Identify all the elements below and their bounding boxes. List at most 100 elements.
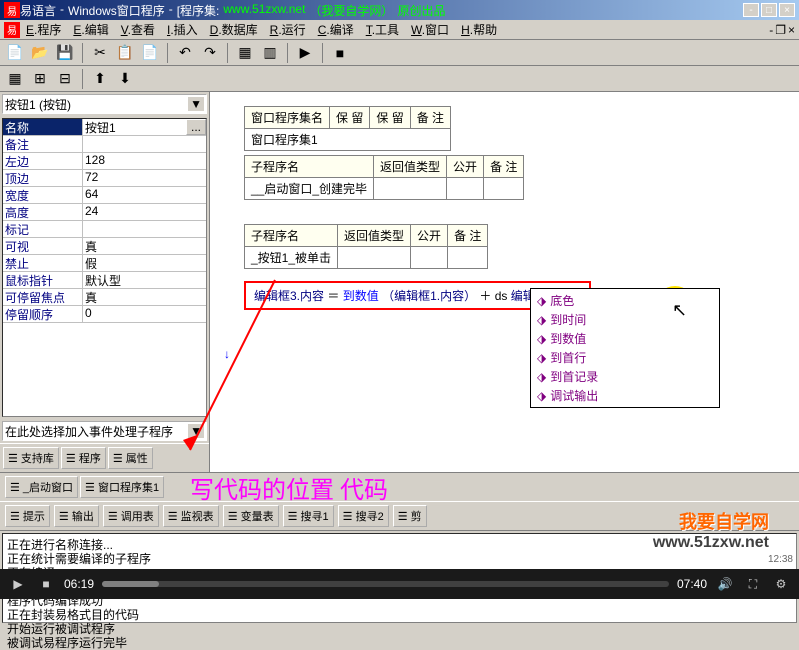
cut-icon[interactable]: ✂ (89, 42, 111, 64)
autocomplete-item[interactable]: ⬗ 到时间 (533, 310, 717, 329)
new-icon[interactable]: 📄 (4, 42, 26, 64)
table-programset: 窗口程序集名保 留保 留备 注 窗口程序集1 (244, 106, 451, 151)
table-row[interactable]: _按钮1_被单击 (245, 247, 338, 269)
output-tab[interactable]: ☰ 变量表 (223, 505, 279, 527)
property-row[interactable]: 宽度64 (3, 187, 206, 204)
mdi-icon: 易 (4, 22, 20, 38)
mdi-close[interactable]: × (788, 23, 795, 37)
progress-bar[interactable] (102, 581, 669, 587)
ellipsis-button[interactable]: ... (186, 119, 206, 135)
fullscreen-icon[interactable]: ⛶ (743, 574, 763, 594)
redo-icon[interactable]: ↷ (199, 42, 221, 64)
grid2-icon[interactable]: ⊞ (29, 68, 51, 90)
column-header: 公开 (447, 156, 484, 178)
grid3-icon[interactable]: ⊟ (54, 68, 76, 90)
output-tab[interactable]: ☰ 提示 (5, 505, 50, 527)
save-icon[interactable]: 💾 (54, 42, 76, 64)
table-sub1: 子程序名返回值类型公开备 注 __启动窗口_创建完毕 (244, 155, 524, 200)
paste-icon[interactable]: 📄 (139, 42, 161, 64)
open-icon[interactable]: 📂 (29, 42, 51, 64)
annotation-arrow (175, 270, 295, 470)
output-tab[interactable]: ☰ 搜寻1 (283, 505, 334, 527)
menu-item[interactable]: H.帮助 (455, 23, 503, 37)
toolbar-2: ▦ ⊞ ⊟ ⬆ ⬇ (0, 66, 799, 92)
minimize-button[interactable]: - (743, 3, 759, 17)
copy-icon[interactable]: 📋 (114, 42, 136, 64)
table-row[interactable]: __启动窗口_创建完毕 (245, 178, 374, 200)
down-icon[interactable]: ⬇ (114, 68, 136, 90)
autocomplete-item[interactable]: ⬗ 到首记录 (533, 367, 717, 386)
property-row[interactable]: 高度24 (3, 204, 206, 221)
menu-item[interactable]: E.编辑 (67, 23, 114, 37)
title-doc: [程序集: (177, 2, 220, 19)
grid-icon[interactable]: ▦ (4, 68, 26, 90)
menu-item[interactable]: T.工具 (360, 23, 405, 37)
stop-icon[interactable]: ■ (329, 42, 351, 64)
object-combo[interactable]: 按钮1 (按钮) ▼ (2, 94, 207, 114)
output-tab[interactable]: ☰ 搜寻2 (338, 505, 389, 527)
menu-item[interactable]: C.编译 (312, 23, 360, 37)
tool-icon[interactable]: ▦ (234, 42, 256, 64)
table-sub2: 子程序名返回值类型公开备 注 _按钮1_被单击 (244, 224, 488, 269)
autocomplete-item[interactable]: ⬗ 到首行 (533, 348, 717, 367)
menu-item[interactable]: D.数据库 (204, 23, 264, 37)
column-header: 返回值类型 (338, 225, 411, 247)
up-icon[interactable]: ⬆ (89, 68, 111, 90)
column-header: 备 注 (484, 156, 524, 178)
title-paren: （我要自学网） (309, 2, 393, 19)
column-header: 备 注 (448, 225, 488, 247)
output-line: 被调试易程序运行完毕 (7, 636, 792, 650)
tool2-icon[interactable]: ▥ (259, 42, 281, 64)
function-icon: ⬗ (537, 332, 546, 346)
video-time-current: 06:19 (64, 577, 94, 591)
menu-item[interactable]: E.程序 (20, 23, 67, 37)
property-row[interactable]: 名称按钮1... (3, 119, 206, 136)
table-row[interactable]: 窗口程序集1 (245, 129, 451, 151)
function-icon: ⬗ (537, 313, 546, 327)
menu-item[interactable]: W.窗口 (405, 23, 455, 37)
titlebar: 易 易语言 - Windows窗口程序 - [程序集: www.51zxw.ne… (0, 0, 799, 20)
property-row[interactable]: 可视真 (3, 238, 206, 255)
mdi-restore[interactable]: ❐ (775, 23, 786, 37)
property-row[interactable]: 标记 (3, 221, 206, 238)
output-tab[interactable]: ☰ 剪 (393, 505, 427, 527)
menu-item[interactable]: I.插入 (161, 23, 204, 37)
volume-icon[interactable]: 🔊 (715, 574, 735, 594)
undo-icon[interactable]: ↶ (174, 42, 196, 64)
autocomplete-item[interactable]: ⬗ 到数值 (533, 329, 717, 348)
play-button[interactable]: ▶ (8, 574, 28, 594)
video-controls: ▶ ■ 06:19 07:40 🔊 ⛶ ⚙ (0, 569, 799, 599)
tab-button[interactable]: ☰ 程序 (61, 447, 106, 469)
close-button[interactable]: × (779, 3, 795, 17)
function-icon: ⬗ (537, 294, 546, 308)
function-icon: ⬗ (537, 370, 546, 384)
settings-icon[interactable]: ⚙ (771, 574, 791, 594)
menu-item[interactable]: R.运行 (264, 23, 312, 37)
run-icon[interactable]: ▶ (294, 42, 316, 64)
editor-tab[interactable]: ☰ 窗口程序集1 (80, 476, 164, 498)
column-header: 窗口程序集名 (245, 107, 330, 129)
function-icon: ⬗ (537, 389, 546, 403)
stop-button[interactable]: ■ (36, 574, 56, 594)
title-url: www.51zxw.net (223, 2, 305, 19)
mdi-minimize[interactable]: - (769, 23, 773, 37)
autocomplete-item[interactable]: ⬗ 调试输出 (533, 386, 717, 405)
menu-item[interactable]: V.查看 (115, 23, 161, 37)
autocomplete-popup[interactable]: ⬗ 底色⬗ 到时间⬗ 到数值⬗ 到首行⬗ 到首记录⬗ 调试输出 (530, 288, 720, 408)
column-header: 保 留 (330, 107, 370, 129)
tab-button[interactable]: ☰ 支持库 (3, 447, 59, 469)
chevron-down-icon[interactable]: ▼ (188, 97, 204, 111)
output-tab[interactable]: ☰ 输出 (54, 505, 99, 527)
property-row[interactable]: 备注 (3, 136, 206, 153)
code-editor[interactable]: 窗口程序集名保 留保 留备 注 窗口程序集1 子程序名返回值类型公开备 注 __… (210, 92, 799, 472)
output-tab[interactable]: ☰ 监视表 (163, 505, 219, 527)
property-row[interactable]: 左边128 (3, 153, 206, 170)
output-tab[interactable]: ☰ 调用表 (103, 505, 159, 527)
menubar: 易 E.程序E.编辑V.查看I.插入D.数据库R.运行C.编译T.工具W.窗口H… (0, 20, 799, 40)
tab-button[interactable]: ☰ 属性 (108, 447, 153, 469)
editor-tab[interactable]: ☰ _启动窗口 (5, 476, 78, 498)
autocomplete-item[interactable]: ⬗ 底色 (533, 291, 717, 310)
maximize-button[interactable]: □ (761, 3, 777, 17)
editor-tabs: ☰ _启动窗口☰ 窗口程序集1 (0, 472, 799, 501)
property-row[interactable]: 顶边72 (3, 170, 206, 187)
